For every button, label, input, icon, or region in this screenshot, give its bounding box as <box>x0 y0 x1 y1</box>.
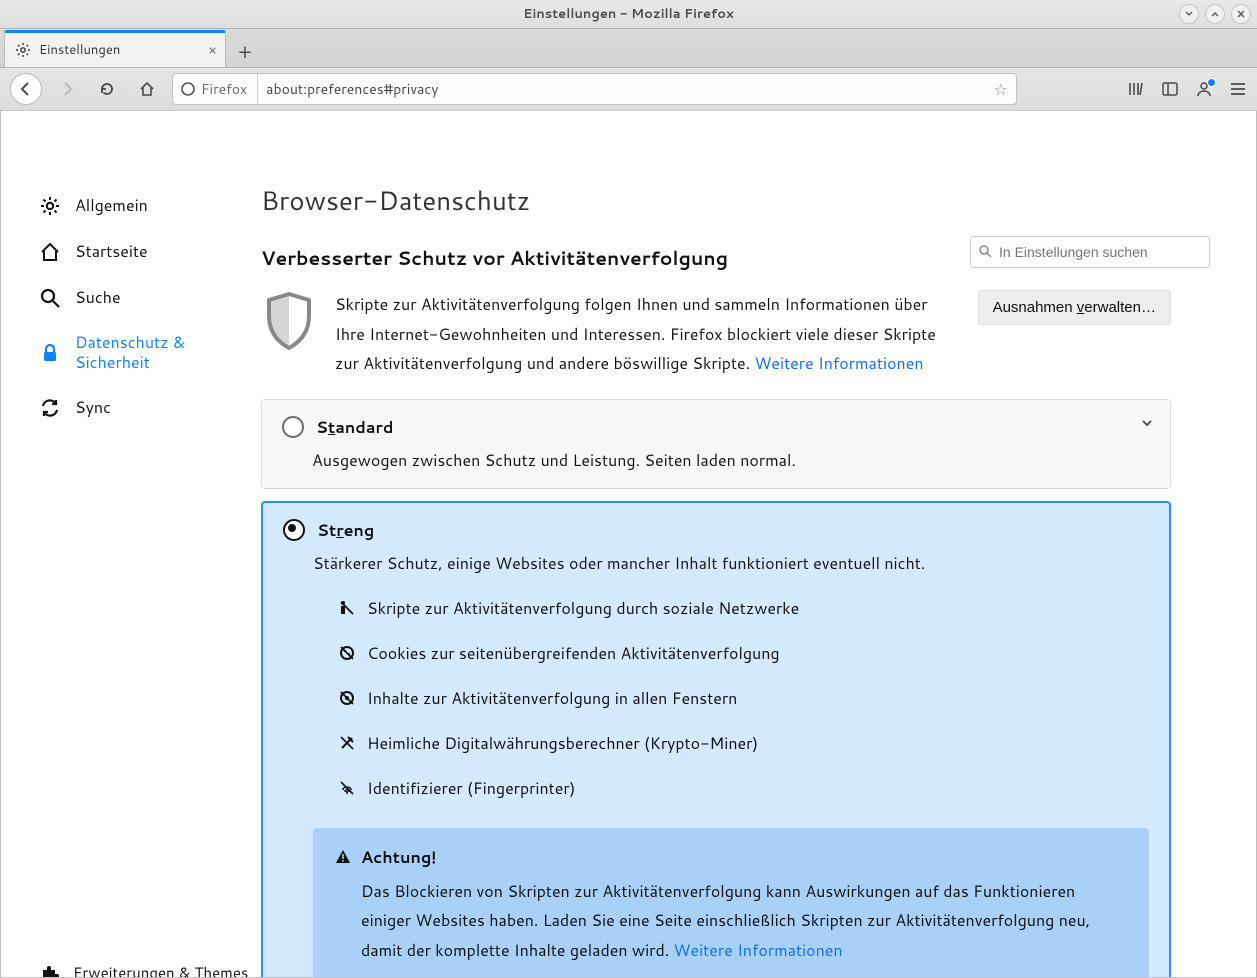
block-item: Identifizierer (Fingerprinter) <box>339 777 1149 800</box>
exceptions-button[interactable]: Ausnahmen verwalten… <box>978 290 1171 325</box>
firefox-icon <box>181 82 195 96</box>
block-item-label: Identifizierer (Fingerprinter) <box>367 777 575 800</box>
cryptominer-icon <box>339 735 355 751</box>
sidebar-item-label: Datenschutz & Sicherheit <box>75 333 251 373</box>
sidebar-item-label: Suche <box>75 288 121 308</box>
shield-icon <box>261 290 317 354</box>
block-item-label: Skripte zur Aktivitätenverfolgung durch … <box>367 597 799 620</box>
radio-icon[interactable] <box>283 519 305 541</box>
identity-label: Firefox <box>201 79 247 99</box>
window-title: Einstellungen - Mozilla Firefox <box>523 5 733 23</box>
category-sidebar: Allgemein Startseite Suche Datenschutz &… <box>1 111 261 977</box>
radio-icon[interactable] <box>282 416 304 438</box>
search-icon <box>39 287 61 309</box>
preferences-search <box>970 236 1210 268</box>
fingerprinter-icon <box>339 780 355 796</box>
gear-icon <box>15 42 31 58</box>
option-title: Standard <box>316 416 393 439</box>
home-button[interactable] <box>132 74 162 104</box>
category-heading: Browser-Datenschutz <box>261 183 1171 219</box>
block-item-label: Cookies zur seitenübergreifenden Aktivit… <box>367 642 780 665</box>
search-icon <box>978 244 992 258</box>
window-close-button[interactable] <box>1231 4 1251 24</box>
cookie-icon <box>339 645 355 661</box>
warning-learn-more-link[interactable]: Weitere Informationen <box>674 939 843 962</box>
warning-title: Achtung! <box>361 846 436 869</box>
tracking-content-icon <box>339 690 355 706</box>
sidebar-item-allgemein[interactable]: Allgemein <box>39 183 251 229</box>
url-bar[interactable]: Firefox about:preferences#privacy ☆ <box>172 73 1017 105</box>
tab-title: Einstellungen <box>39 41 120 59</box>
identity-box[interactable]: Firefox <box>181 74 258 104</box>
sidebar-item-sync[interactable]: Sync <box>39 385 251 431</box>
reload-button[interactable] <box>92 74 122 104</box>
house-icon <box>39 241 61 263</box>
nav-toolbar: Firefox about:preferences#privacy ☆ <box>0 68 1257 111</box>
sidebar-item-datenschutz[interactable]: Datenschutz & Sicherheit <box>39 321 251 385</box>
puzzle-icon <box>39 964 59 977</box>
back-button[interactable] <box>10 73 42 105</box>
block-item-label: Heimliche Digitalwährungsberechner (Kryp… <box>367 732 758 755</box>
forward-button[interactable] <box>52 74 82 104</box>
gear-icon <box>39 195 61 217</box>
etp-learn-more-link[interactable]: Weitere Informationen <box>754 352 923 375</box>
chevron-down-icon[interactable] <box>1140 416 1154 430</box>
preferences-search-input[interactable] <box>970 236 1210 268</box>
new-tab-button[interactable]: + <box>230 37 260 67</box>
block-item: Skripte zur Aktivitätenverfolgung durch … <box>339 597 1149 620</box>
library-icon[interactable] <box>1127 80 1145 98</box>
sidebar-item-label: Allgemein <box>75 196 148 216</box>
block-item: Inhalte zur Aktivitätenverfolgung in all… <box>339 687 1149 710</box>
window-maximize-button[interactable] <box>1205 4 1225 24</box>
block-item: Heimliche Digitalwährungsberechner (Kryp… <box>339 732 1149 755</box>
lock-icon <box>39 342 61 364</box>
sidebar-item-startseite[interactable]: Startseite <box>39 229 251 275</box>
bookmark-star-icon[interactable]: ☆ <box>994 78 1008 101</box>
option-description: Ausgewogen zwischen Schutz und Leistung.… <box>312 449 1150 472</box>
protection-option-standard[interactable]: Standard Ausgewogen zwischen Schutz und … <box>261 399 1171 489</box>
social-tracker-icon <box>339 600 355 616</box>
sidebar-item-label: Startseite <box>75 242 148 262</box>
block-item: Cookies zur seitenübergreifenden Aktivit… <box>339 642 1149 665</box>
option-title: Streng <box>317 519 374 542</box>
menu-icon[interactable] <box>1229 80 1247 98</box>
sidebar-toggle-icon[interactable] <box>1161 80 1179 98</box>
sync-icon <box>39 397 61 419</box>
account-icon[interactable] <box>1195 80 1213 98</box>
window-titlebar: Einstellungen - Mozilla Firefox <box>0 0 1257 29</box>
window-minimize-button[interactable] <box>1179 4 1199 24</box>
tab-einstellungen[interactable]: Einstellungen × <box>4 30 226 67</box>
tab-close-icon[interactable]: × <box>208 40 217 60</box>
sidebar-item-extensions[interactable]: Erweiterungen & Themes <box>39 954 251 977</box>
tabstrip: Einstellungen × + <box>0 29 1257 68</box>
block-item-label: Inhalte zur Aktivitätenverfolgung in all… <box>367 687 737 710</box>
option-description: Stärkerer Schutz, einige Websites oder m… <box>313 552 1149 575</box>
sidebar-item-label: Erweiterungen & Themes <box>73 964 248 977</box>
sidebar-item-suche[interactable]: Suche <box>39 275 251 321</box>
url-text: about:preferences#privacy <box>266 79 438 99</box>
warning-box: Achtung! Das Blockieren von Skripten zur… <box>313 828 1149 977</box>
sidebar-item-label: Sync <box>75 398 111 418</box>
warning-icon <box>335 849 351 865</box>
protection-option-streng[interactable]: Streng Stärkerer Schutz, einige Websites… <box>261 501 1171 977</box>
